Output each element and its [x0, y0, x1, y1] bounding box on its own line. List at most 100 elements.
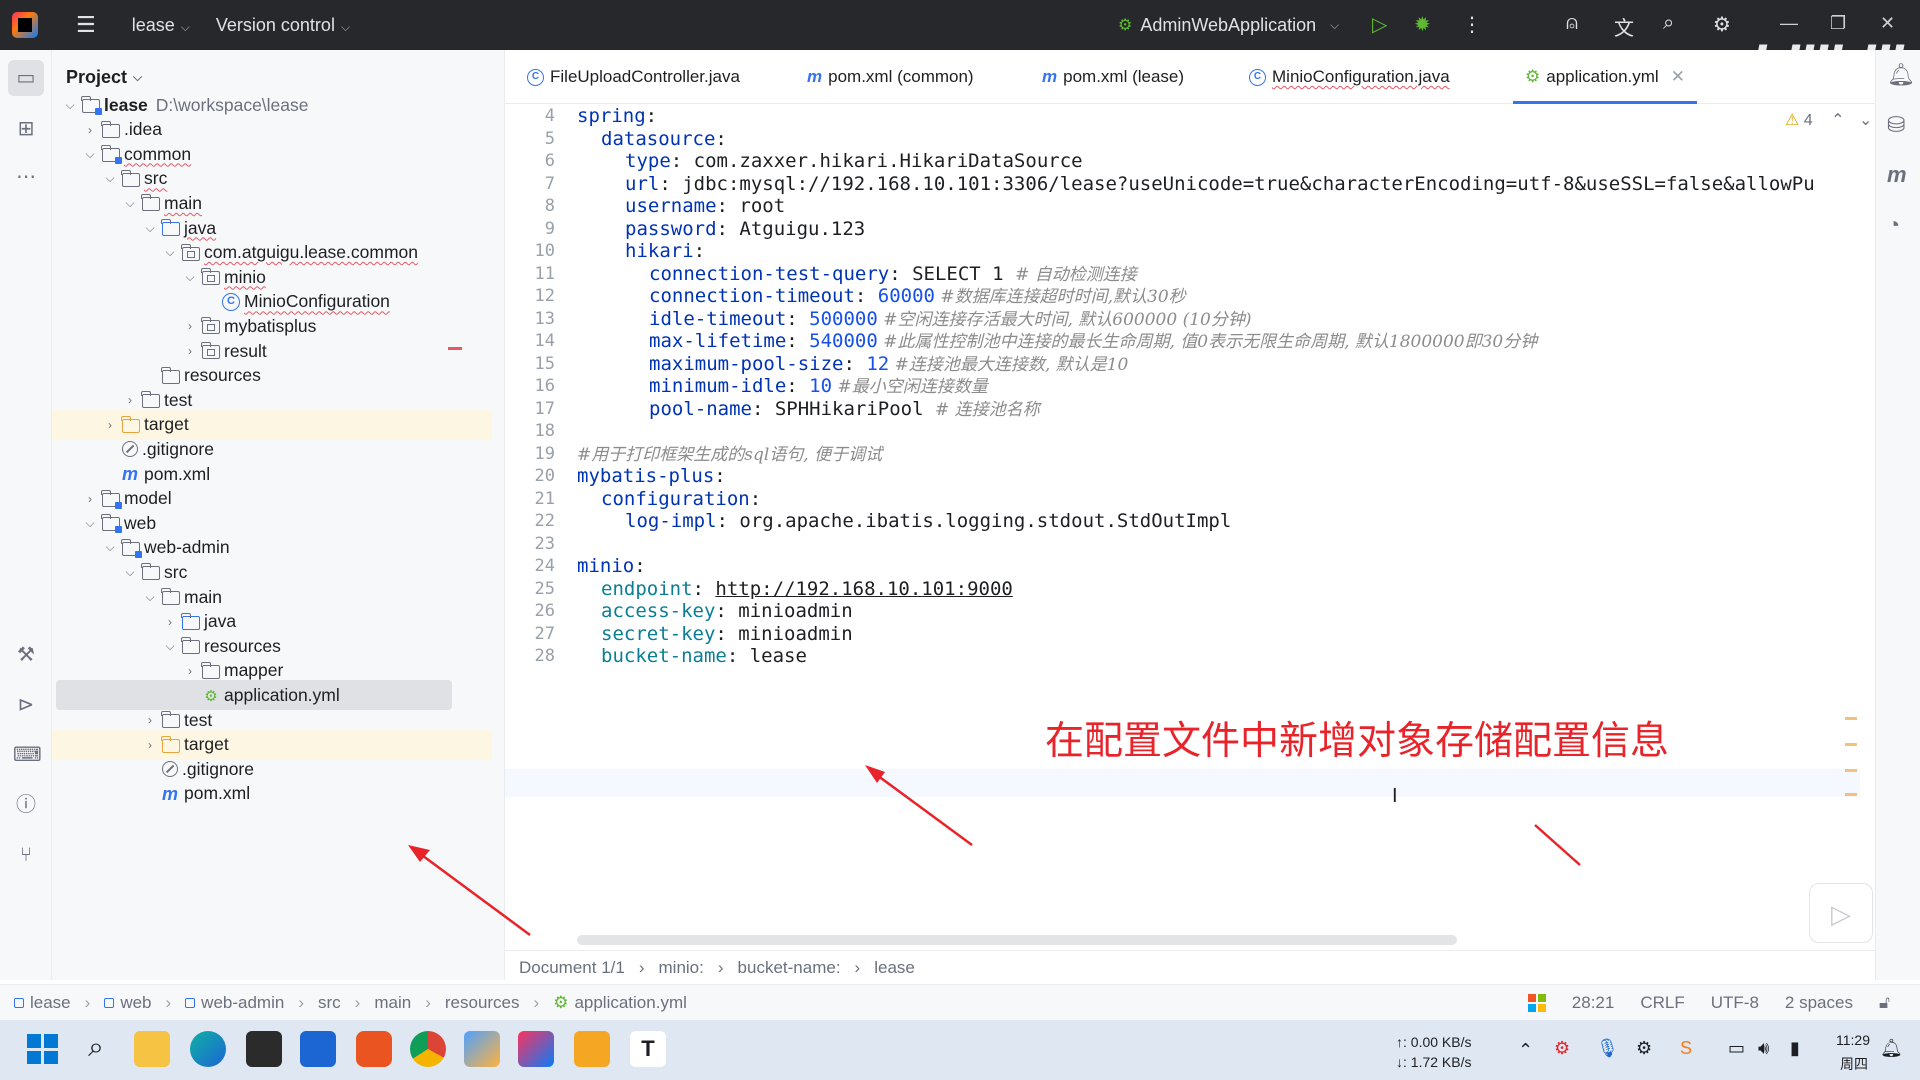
status-crumb[interactable]: web: [120, 993, 151, 1013]
structure-icon[interactable]: ⊞: [13, 116, 39, 142]
chevron-right-icon[interactable]: ›: [182, 344, 198, 358]
search-icon[interactable]: ⌕: [1663, 12, 1674, 35]
battery-icon[interactable]: ▮: [1790, 1038, 1800, 1059]
code-editor[interactable]: 4 5 6 7 8 9 10 11 12 13 14 15 16 17 18 19 20 21 22 23 24 25 26…: [505, 105, 1875, 945]
breadcrumb-bucket-name[interactable]: bucket-name:: [738, 958, 841, 978]
chevron-down-icon[interactable]: ⌵: [82, 516, 98, 531]
microphone-icon[interactable]: 🎙︎: [1596, 1038, 1619, 1059]
breadcrumb-minio[interactable]: minio:: [659, 958, 704, 978]
chevron-down-icon[interactable]: ⌵: [182, 270, 198, 285]
chevron-right-icon[interactable]: ›: [82, 123, 98, 137]
code-line[interactable]: url: jdbc:mysql://192.168.10.101:3306/le…: [625, 173, 1815, 201]
chevron-right-icon[interactable]: ›: [142, 738, 158, 752]
editor-horizontal-scrollbar[interactable]: [577, 935, 1457, 945]
status-crumb[interactable]: lease: [30, 993, 71, 1013]
display-icon[interactable]: ▭: [1728, 1038, 1745, 1059]
inspection-widget[interactable]: ⚠ 4 ⌃ ⌄: [1785, 110, 1872, 130]
caret-position[interactable]: 28:21: [1572, 993, 1615, 1013]
run-icon[interactable]: ▷: [1372, 12, 1387, 37]
intellij-taskbar-icon[interactable]: [518, 1031, 554, 1067]
terminal-taskbar-icon[interactable]: [246, 1031, 282, 1067]
tab-application-yml[interactable]: ⚙ application.yml ✕: [1513, 50, 1697, 104]
services-icon[interactable]: ⊳: [13, 692, 39, 718]
file-explorer-icon[interactable]: [134, 1031, 170, 1067]
git-icon[interactable]: ⑂: [13, 842, 39, 868]
database-icon[interactable]: ⛁: [1887, 112, 1905, 138]
tab-minio-configuration[interactable]: C MinioConfiguration.java: [1249, 50, 1450, 104]
chrome-icon[interactable]: [410, 1031, 446, 1067]
problems-icon[interactable]: ⓘ: [13, 792, 39, 818]
notifications-icon[interactable]: 🔔︎: [1887, 62, 1915, 88]
sublime-icon[interactable]: [574, 1031, 610, 1067]
project-tool-icon[interactable]: ▭: [8, 60, 44, 96]
chevron-down-icon[interactable]: ⌵: [142, 590, 158, 605]
yaml-url[interactable]: http://192.168.10.101:9000: [715, 578, 1012, 600]
clock-day[interactable]: 周四: [1840, 1054, 1868, 1074]
terminal-icon[interactable]: ⌨: [13, 742, 42, 768]
chevron-down-icon[interactable]: ⌵: [102, 171, 118, 186]
play-overlay-icon[interactable]: ▷: [1809, 883, 1873, 943]
typora-icon[interactable]: T: [630, 1031, 666, 1067]
store-icon[interactable]: [300, 1031, 336, 1067]
chevron-down-icon[interactable]: ⌵: [122, 196, 138, 211]
status-crumb[interactable]: src: [318, 993, 341, 1013]
gradle-icon[interactable]: ◔: [1887, 212, 1900, 238]
chevron-right-icon[interactable]: ›: [182, 664, 198, 678]
chevron-down-icon[interactable]: ⌵: [62, 98, 78, 113]
settings-icon[interactable]: ⚙: [1713, 12, 1731, 37]
project-switcher[interactable]: lease ⌵: [132, 15, 190, 36]
status-crumb[interactable]: web-admin: [201, 993, 284, 1013]
tree-item-pom-xml[interactable]: m pom.xml: [52, 779, 492, 809]
add-user-icon[interactable]: ⍝: [1566, 12, 1578, 35]
chevron-right-icon[interactable]: ›: [102, 418, 118, 432]
line-separator[interactable]: CRLF: [1640, 993, 1684, 1013]
code-line[interactable]: pool-name: SPHHikariPool # 连接池名称: [649, 398, 1040, 426]
breadcrumb-document[interactable]: Document 1/1: [519, 958, 625, 978]
chevron-right-icon[interactable]: ›: [142, 713, 158, 727]
version-control-menu[interactable]: Version control ⌵: [216, 15, 350, 36]
restore-icon[interactable]: ❐: [1830, 13, 1846, 34]
start-icon[interactable]: [24, 1031, 60, 1067]
notification-bell-icon[interactable]: 🔔︎: [1880, 1038, 1903, 1059]
intellij-logo-icon[interactable]: [12, 12, 38, 38]
code-line[interactable]: log-impl: org.apache.ibatis.logging.stdo…: [625, 510, 1231, 538]
lock-icon[interactable]: 🔓︎: [1879, 993, 1890, 1013]
file-encoding[interactable]: UTF-8: [1711, 993, 1759, 1013]
close-tab-icon[interactable]: ✕: [1671, 67, 1685, 87]
more-tools-icon[interactable]: ⋯: [13, 164, 39, 190]
breadcrumb-value[interactable]: lease: [874, 958, 915, 978]
chevron-right-icon[interactable]: ›: [122, 393, 138, 407]
chevron-down-icon[interactable]: ⌵: [122, 565, 138, 580]
search-taskbar-icon[interactable]: ⌕: [78, 1031, 114, 1067]
chevron-down-icon[interactable]: ⌵: [102, 540, 118, 555]
status-crumb[interactable]: application.yml: [574, 993, 686, 1013]
main-menu-icon[interactable]: ☰: [76, 12, 96, 38]
chevron-right-icon[interactable]: ›: [82, 492, 98, 506]
status-crumb[interactable]: main: [374, 993, 411, 1013]
minimize-icon[interactable]: —: [1780, 13, 1798, 34]
code-line[interactable]: bucket-name: lease: [601, 645, 807, 673]
tab-pom-lease[interactable]: m pom.xml (lease): [1042, 50, 1184, 104]
network-tray-icon[interactable]: ⚙: [1636, 1038, 1652, 1059]
build-icon[interactable]: ⚒: [13, 642, 39, 668]
debug-icon[interactable]: ✹: [1414, 12, 1431, 37]
clock-time[interactable]: 11:29: [1836, 1032, 1870, 1048]
translate-icon[interactable]: 文: [1614, 12, 1634, 41]
volume-icon[interactable]: 🔊︎: [1758, 1038, 1769, 1059]
tray-app-icon[interactable]: ⚙: [1554, 1038, 1570, 1059]
chevron-right-icon[interactable]: ›: [162, 615, 178, 629]
prev-highlight-icon[interactable]: ⌃: [1831, 112, 1844, 129]
sync-icon[interactable]: S: [1680, 1038, 1692, 1059]
tray-expand-icon[interactable]: ⌃: [1518, 1040, 1533, 1061]
close-icon[interactable]: ✕: [1880, 13, 1895, 34]
chevron-right-icon[interactable]: ›: [182, 319, 198, 333]
chevron-down-icon[interactable]: ⌵: [162, 245, 178, 260]
tab-file-upload-controller[interactable]: C FileUploadController.java: [527, 50, 740, 104]
ubuntu-icon[interactable]: [356, 1031, 392, 1067]
status-crumb[interactable]: resources: [445, 993, 520, 1013]
chevron-down-icon[interactable]: ⌵: [162, 639, 178, 654]
more-icon[interactable]: ⋮: [1462, 12, 1482, 37]
app-icon[interactable]: [464, 1031, 500, 1067]
tab-pom-common[interactable]: m pom.xml (common): [807, 50, 974, 104]
chevron-down-icon[interactable]: ⌵: [82, 147, 98, 162]
